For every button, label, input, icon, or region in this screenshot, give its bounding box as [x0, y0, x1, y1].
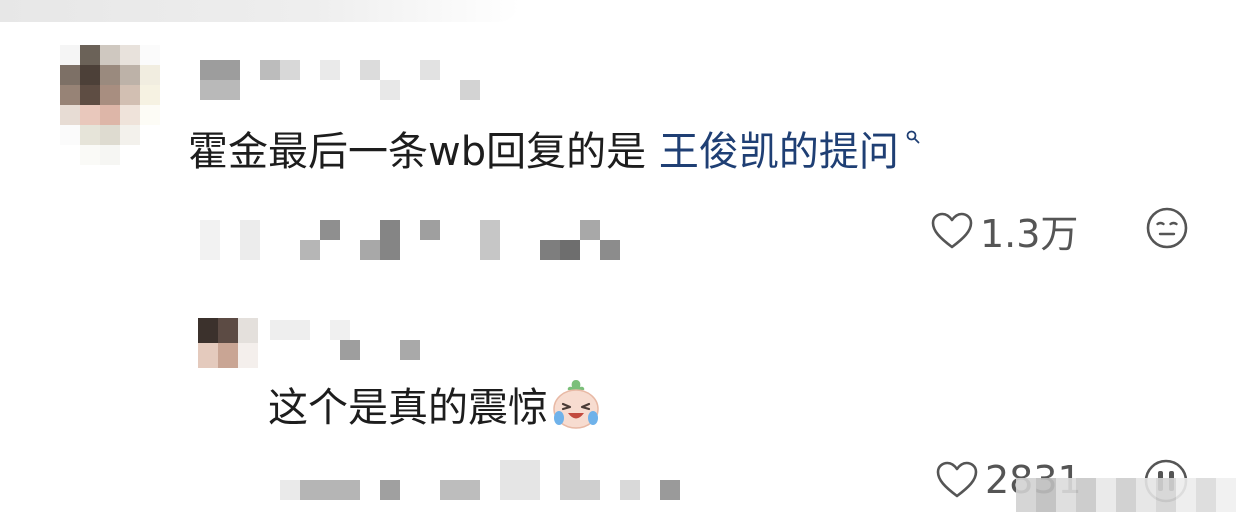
reply-avatar[interactable] — [198, 318, 258, 368]
watermark-blurred — [1016, 478, 1236, 512]
search-icon[interactable] — [905, 129, 921, 145]
previous-content-edge — [0, 0, 520, 22]
like-count: 1.3万 — [980, 212, 1079, 256]
heart-icon — [936, 461, 978, 498]
comment-body: 霍金最后一条wb回复的是 — [188, 129, 659, 175]
reply-body: 这个是真的震惊 — [268, 385, 548, 431]
comment-text: 霍金最后一条wb回复的是 王俊凯的提问 — [188, 126, 921, 178]
neutral-face-icon[interactable] — [1145, 206, 1189, 250]
reply-meta-blurred — [280, 460, 700, 500]
comment-thread: 霍金最后一条wb回复的是 王俊凯的提问 1.3万 这个是真的震惊 — [0, 0, 1260, 530]
hashtag-link[interactable]: 王俊凯的提问 — [659, 129, 899, 175]
reply-text: 这个是真的震惊 — [268, 380, 604, 438]
crying-laughing-emoji — [553, 380, 599, 429]
like-button[interactable]: 1.3万 — [930, 203, 1078, 258]
reply-username-blurred[interactable] — [270, 320, 430, 360]
heart-icon — [931, 212, 973, 248]
avatar[interactable] — [60, 45, 160, 165]
username-blurred[interactable] — [200, 60, 500, 100]
comment-meta-blurred — [200, 220, 640, 260]
